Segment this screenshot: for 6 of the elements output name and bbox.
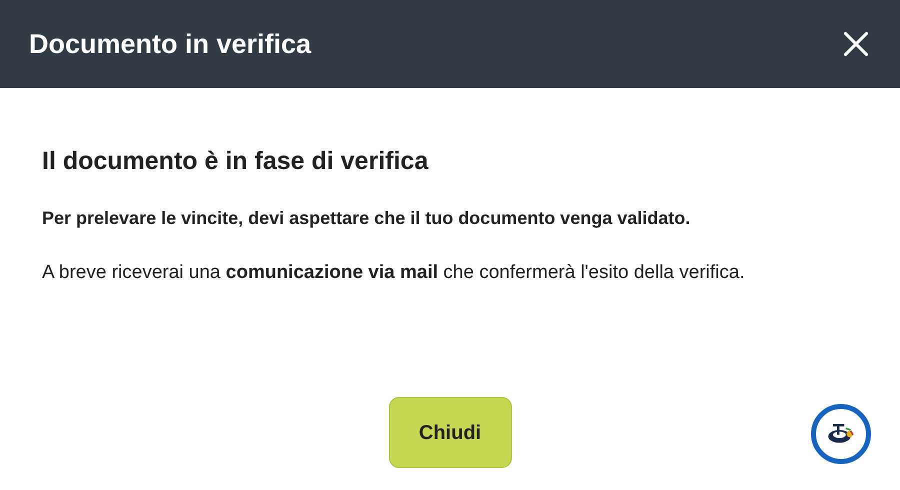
close-icon[interactable] bbox=[842, 30, 870, 58]
message-text: A breve riceverai una comunicazione via mail che confermerà l'esito della verifica. bbox=[42, 260, 746, 284]
heading: Il documento è in fase di verifica bbox=[42, 146, 430, 177]
window-title: Documento in verifica bbox=[29, 28, 312, 61]
notice-text: Per prelevare le vincite, devi aspettare che il tuo documento venga validato. bbox=[42, 206, 692, 230]
close-button[interactable]: Chiudi bbox=[388, 397, 512, 468]
